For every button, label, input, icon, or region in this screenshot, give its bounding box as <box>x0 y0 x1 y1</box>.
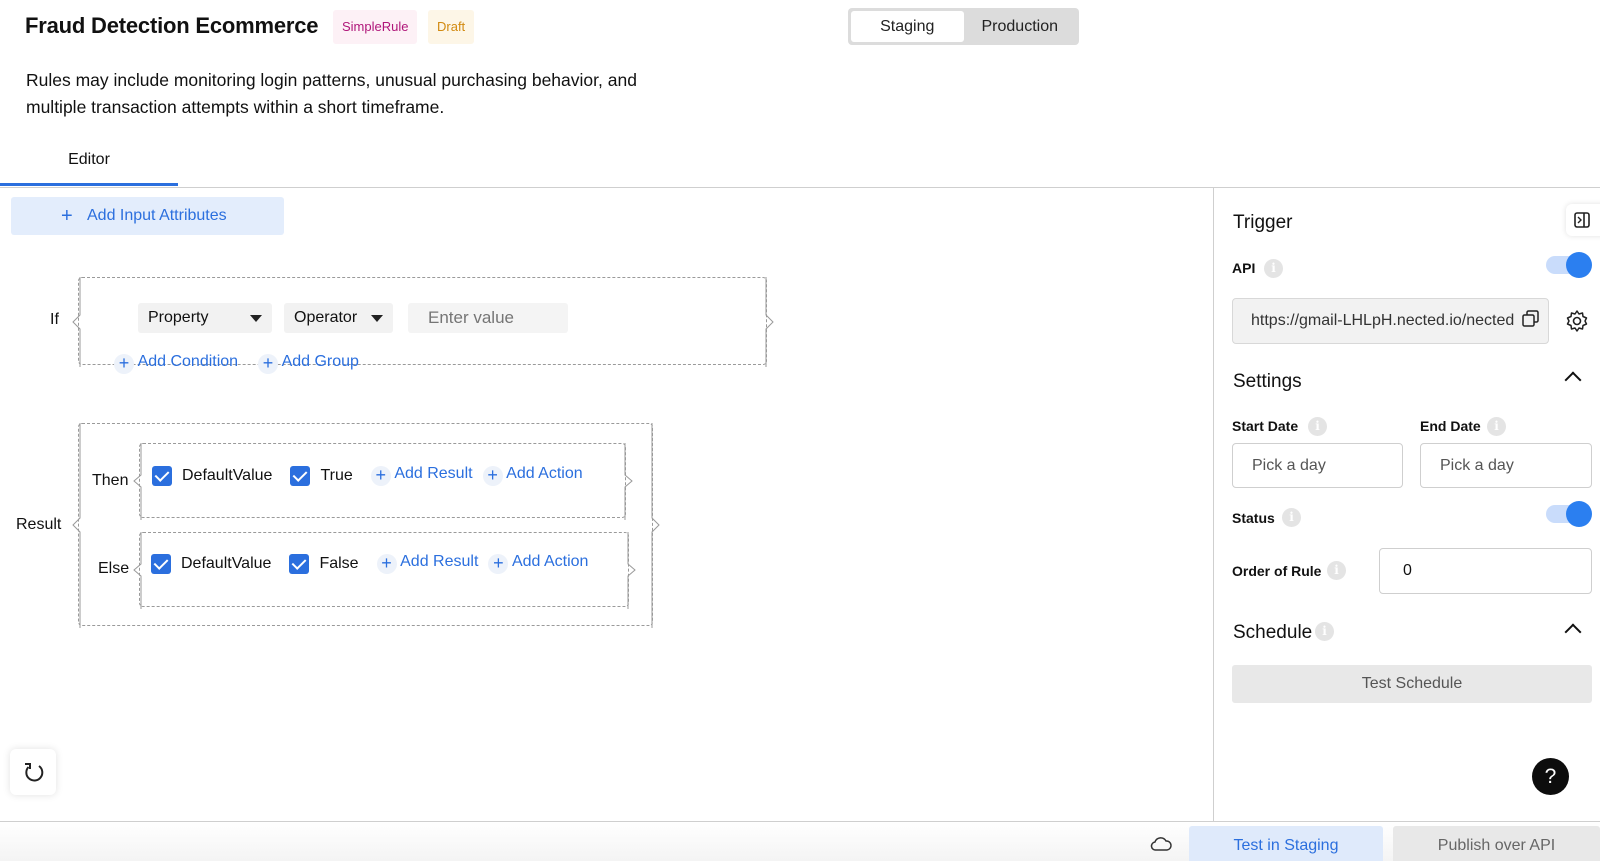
gear-icon[interactable] <box>1565 309 1589 333</box>
start-date-label: Start Date <box>1232 418 1299 434</box>
end-date-label: End Date <box>1420 418 1481 434</box>
info-icon: i <box>1264 259 1283 278</box>
then-results: DefaultValue True + Add Result + Add Act… <box>152 465 583 486</box>
else-add-result-button[interactable]: + Add Result <box>376 553 479 574</box>
plus-icon: + <box>376 554 397 574</box>
trigger-title: Trigger <box>1233 212 1293 233</box>
then-add-result-label: Add Result <box>394 465 473 482</box>
env-production-option[interactable]: Production <box>964 11 1077 42</box>
info-icon: i <box>1327 561 1346 580</box>
help-button[interactable]: ? <box>1532 758 1569 795</box>
info-icon: i <box>1315 622 1334 641</box>
order-of-rule-input[interactable]: 0 <box>1379 548 1592 594</box>
publish-over-api-button[interactable]: Publish over API <box>1393 826 1600 861</box>
then-add-action-button[interactable]: + Add Action <box>482 465 583 486</box>
result-label: Result <box>16 516 62 533</box>
property-select-label: Property <box>148 309 209 326</box>
env-staging-option[interactable]: Staging <box>851 11 964 42</box>
end-date-input[interactable]: Pick a day <box>1420 443 1592 488</box>
else-add-action-button[interactable]: + Add Action <box>488 553 588 574</box>
else-value-label: False <box>319 554 359 572</box>
chevron-up-icon[interactable] <box>1564 371 1582 389</box>
add-condition-button[interactable]: + Add Condition <box>114 353 238 374</box>
schedule-title: Schedule <box>1233 622 1313 643</box>
question-icon: ? <box>1544 765 1557 788</box>
else-default-label: DefaultValue <box>181 554 272 572</box>
divider <box>1213 187 1214 821</box>
then-value-label: True <box>320 466 353 484</box>
then-add-result-button[interactable]: + Add Result <box>370 465 473 486</box>
operator-select-label: Operator <box>294 309 358 326</box>
api-label: API <box>1232 260 1256 276</box>
copy-icon[interactable] <box>1522 310 1540 328</box>
rule-description: Rules may include monitoring login patte… <box>26 70 637 117</box>
divider <box>0 187 1600 188</box>
plus-icon: + <box>488 554 509 574</box>
test-in-staging-button[interactable]: Test in Staging <box>1189 826 1383 861</box>
else-default-checkbox[interactable] <box>151 553 171 574</box>
status-label: Status <box>1232 510 1275 526</box>
reset-button[interactable] <box>10 749 56 795</box>
info-icon: i <box>1487 417 1506 436</box>
tab-editor[interactable]: Editor <box>0 142 178 186</box>
then-label: Then <box>92 472 129 489</box>
chevron-up-icon[interactable] <box>1564 623 1582 641</box>
status-badge: Draft <box>428 10 475 44</box>
property-select[interactable]: Property <box>138 303 272 333</box>
api-toggle[interactable] <box>1546 252 1592 278</box>
add-condition-label: Add Condition <box>137 353 239 370</box>
else-bracket-right <box>627 532 636 609</box>
else-value-checkbox[interactable] <box>289 553 310 574</box>
order-label: Order of Rule <box>1232 563 1322 579</box>
then-add-action-label: Add Action <box>506 465 583 482</box>
plus-icon: + <box>482 466 503 486</box>
else-label: Else <box>98 560 130 577</box>
environment-toggle: Staging Production <box>848 8 1079 45</box>
then-default-checkbox[interactable] <box>152 465 172 486</box>
page-title: Fraud Detection Ecommerce <box>25 13 319 38</box>
cloud-icon <box>1150 837 1172 851</box>
operator-select[interactable]: Operator <box>284 303 393 333</box>
collapse-panel-button[interactable] <box>1566 204 1600 236</box>
add-group-label: Add Group <box>281 353 359 370</box>
then-value-checkbox[interactable] <box>290 465 311 486</box>
add-group-button[interactable]: + Add Group <box>258 353 359 374</box>
panel-collapse-icon <box>1574 212 1590 228</box>
else-add-action-label: Add Action <box>511 553 589 570</box>
condition-value-input[interactable] <box>408 303 568 333</box>
api-url-field[interactable]: https://gmail-LHLpH.nected.io/nected <box>1232 298 1549 344</box>
add-input-attributes-label: Add Input Attributes <box>87 207 227 224</box>
if-label: If <box>50 311 59 328</box>
result-bracket-right <box>651 423 660 628</box>
info-icon: i <box>1282 508 1301 527</box>
if-bracket-right <box>765 277 774 367</box>
plus-icon: + <box>370 466 391 486</box>
status-toggle[interactable] <box>1546 501 1592 527</box>
then-bracket-right <box>624 443 633 520</box>
test-schedule-button[interactable]: Test Schedule <box>1232 665 1592 703</box>
else-results: DefaultValue False + Add Result + Add Ac… <box>151 553 588 574</box>
plus-icon: + <box>114 354 134 374</box>
then-default-label: DefaultValue <box>182 466 273 484</box>
info-icon: i <box>1308 417 1327 436</box>
settings-title: Settings <box>1233 371 1302 392</box>
plus-icon: + <box>61 205 73 227</box>
plus-icon: + <box>258 354 278 374</box>
add-input-attributes-button[interactable]: + Add Input Attributes <box>11 197 284 235</box>
toggle-knob <box>1566 501 1592 527</box>
rule-type-badge: SimpleRule <box>333 10 418 44</box>
caret-down-icon <box>371 315 383 322</box>
start-date-input[interactable]: Pick a day <box>1232 443 1403 488</box>
else-add-result-label: Add Result <box>400 553 479 570</box>
caret-down-icon <box>250 315 262 322</box>
refresh-icon <box>25 763 44 782</box>
toggle-knob <box>1566 252 1592 278</box>
